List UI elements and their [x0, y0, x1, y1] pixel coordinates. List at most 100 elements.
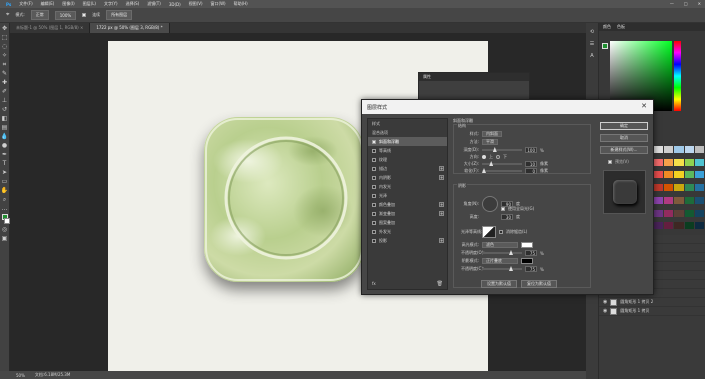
layer-row[interactable]: ◉ 圆角矩形 1 拷贝	[599, 307, 705, 316]
color-swatch[interactable]	[674, 209, 684, 217]
shadow-opacity-value[interactable]: 75	[525, 266, 537, 272]
fx-footer[interactable]: fx	[372, 281, 376, 286]
style-item-checkbox[interactable]	[372, 175, 376, 180]
style-item-checkbox[interactable]	[372, 238, 376, 243]
all-layers-button[interactable]: 所有图层	[106, 10, 133, 20]
minimize-icon[interactable]: —	[670, 1, 674, 6]
color-swatch[interactable]	[654, 209, 664, 217]
style-item-checkbox[interactable]	[372, 193, 376, 198]
color-swatch[interactable]	[684, 196, 694, 204]
color-swatch[interactable]	[684, 222, 694, 230]
style-item[interactable]: 描边 +	[368, 164, 447, 173]
menu-image[interactable]: 图像(I)	[62, 1, 74, 7]
layer-row[interactable]: ◉ 圆角矩形 1 拷贝 2	[599, 298, 705, 307]
color-swatch[interactable]	[664, 158, 674, 166]
color-swatch[interactable]	[654, 146, 664, 153]
new-style-button[interactable]: 新建样式(W)...	[600, 146, 648, 154]
hand-tool-icon[interactable]: ✋	[1, 187, 8, 194]
color-swatch[interactable]	[694, 196, 704, 204]
highlight-color-swatch[interactable]	[521, 242, 533, 248]
menu-select[interactable]: 选择(S)	[126, 1, 140, 7]
zoom-tool-icon[interactable]: ⌕	[1, 196, 8, 203]
menu-file[interactable]: 文件(F)	[19, 1, 32, 7]
close-icon[interactable]: ✕	[641, 103, 647, 110]
fg-color-chip[interactable]	[602, 43, 608, 49]
color-swatch[interactable]	[664, 146, 674, 153]
move-tool-icon[interactable]: ✥	[1, 25, 8, 32]
color-swatch[interactable]	[674, 171, 684, 179]
soften-value[interactable]: 0	[525, 168, 537, 174]
preview-checkbox[interactable]	[608, 160, 612, 164]
style-item-checkbox[interactable]	[372, 166, 376, 171]
highlight-opacity-value[interactable]: 75	[525, 250, 537, 256]
tab-doc-1[interactable]: 未标题-1 @ 50% (图层 1, RGB/8) ×	[10, 23, 91, 33]
gloss-contour-picker[interactable]	[482, 226, 496, 238]
tool-preset-icon[interactable]: ⌖	[6, 11, 9, 19]
style-item[interactable]: 图案叠加	[368, 218, 447, 227]
eraser-tool-icon[interactable]: ◧	[1, 115, 8, 122]
pen-tool-icon[interactable]: ✒	[1, 151, 8, 158]
screen-mode-icon[interactable]: ▣	[1, 235, 8, 242]
angle-dial-icon[interactable]	[482, 196, 498, 212]
color-swatch[interactable]	[654, 171, 664, 179]
contiguous-checkbox[interactable]	[82, 13, 87, 17]
style-item-checkbox[interactable]	[372, 211, 376, 216]
style-item-checkbox[interactable]	[372, 229, 376, 234]
soften-slider[interactable]	[482, 168, 522, 173]
style-item[interactable]: 样式	[368, 119, 447, 128]
style-item-checkbox[interactable]	[372, 184, 376, 189]
add-effect-icon[interactable]: +	[439, 202, 444, 207]
color-swatch[interactable]	[684, 171, 694, 179]
color-swatch[interactable]	[664, 209, 674, 217]
shape-tool-icon[interactable]: ▭	[1, 178, 8, 185]
menu-type[interactable]: 文字(Y)	[104, 1, 118, 7]
magic-wand-tool-icon[interactable]: ✧	[1, 52, 8, 59]
tab-doc-2[interactable]: 1722 px @ 50% (图层 3, RGB/8) *	[90, 23, 170, 33]
tab-color[interactable]: 颜色	[603, 24, 611, 30]
color-swatch[interactable]	[694, 209, 704, 217]
color-swatch[interactable]	[674, 146, 684, 153]
visibility-eye-icon[interactable]: ◉	[603, 308, 607, 314]
add-effect-icon[interactable]: +	[439, 238, 444, 243]
color-swatch[interactable]	[694, 158, 704, 166]
style-item[interactable]: 颜色叠加 +	[368, 200, 447, 209]
color-swatch[interactable]	[684, 146, 694, 153]
style-item[interactable]: 斜面和浮雕	[368, 137, 447, 146]
global-light-checkbox[interactable]	[501, 207, 505, 211]
highlight-mode-dropdown[interactable]: 滤色	[482, 242, 518, 248]
eyedropper-tool-icon[interactable]: ✎	[1, 70, 8, 77]
style-item[interactable]: 混合选项	[368, 128, 447, 137]
history-panel-icon[interactable]: ⟲	[590, 29, 594, 35]
shadow-color-swatch[interactable]	[521, 258, 533, 264]
dodge-tool-icon[interactable]: ●	[1, 142, 8, 149]
direction-down-radio[interactable]	[496, 155, 500, 159]
zoom-level[interactable]: 50%	[16, 373, 25, 378]
menu-window[interactable]: 窗口(W)	[211, 1, 226, 7]
color-swatch[interactable]	[664, 171, 674, 179]
make-default-button[interactable]: 设置为默认值	[481, 280, 517, 288]
style-item[interactable]: 内发光	[368, 182, 447, 191]
blur-tool-icon[interactable]: 💧	[1, 133, 8, 140]
style-item-checkbox[interactable]	[372, 202, 376, 207]
color-swatch[interactable]	[684, 184, 694, 192]
color-swatch[interactable]	[684, 209, 694, 217]
shadow-opacity-slider[interactable]	[482, 266, 522, 271]
character-panel-icon[interactable]: A	[590, 53, 593, 59]
color-swatch[interactable]	[674, 184, 684, 192]
depth-slider[interactable]	[482, 147, 522, 152]
add-effect-icon[interactable]: +	[439, 175, 444, 180]
style-item[interactable]: 投影 +	[368, 236, 447, 245]
add-effect-icon[interactable]: +	[439, 166, 444, 171]
menu-view[interactable]: 视图(V)	[189, 1, 203, 7]
size-slider-knob[interactable]	[489, 161, 494, 166]
marquee-tool-icon[interactable]: ⬚	[1, 34, 8, 41]
color-swatch[interactable]	[694, 146, 704, 153]
trash-icon[interactable]: 🗑	[437, 281, 443, 287]
menu-edit[interactable]: 编辑(E)	[41, 1, 55, 7]
style-item-checkbox[interactable]	[372, 139, 376, 144]
history-brush-icon[interactable]: ↺	[1, 106, 8, 113]
color-swatch[interactable]	[654, 222, 664, 230]
depth-value[interactable]: 100	[525, 147, 537, 153]
menu-help[interactable]: 帮助(H)	[234, 1, 248, 7]
menu-layer[interactable]: 图层(L)	[83, 1, 96, 7]
